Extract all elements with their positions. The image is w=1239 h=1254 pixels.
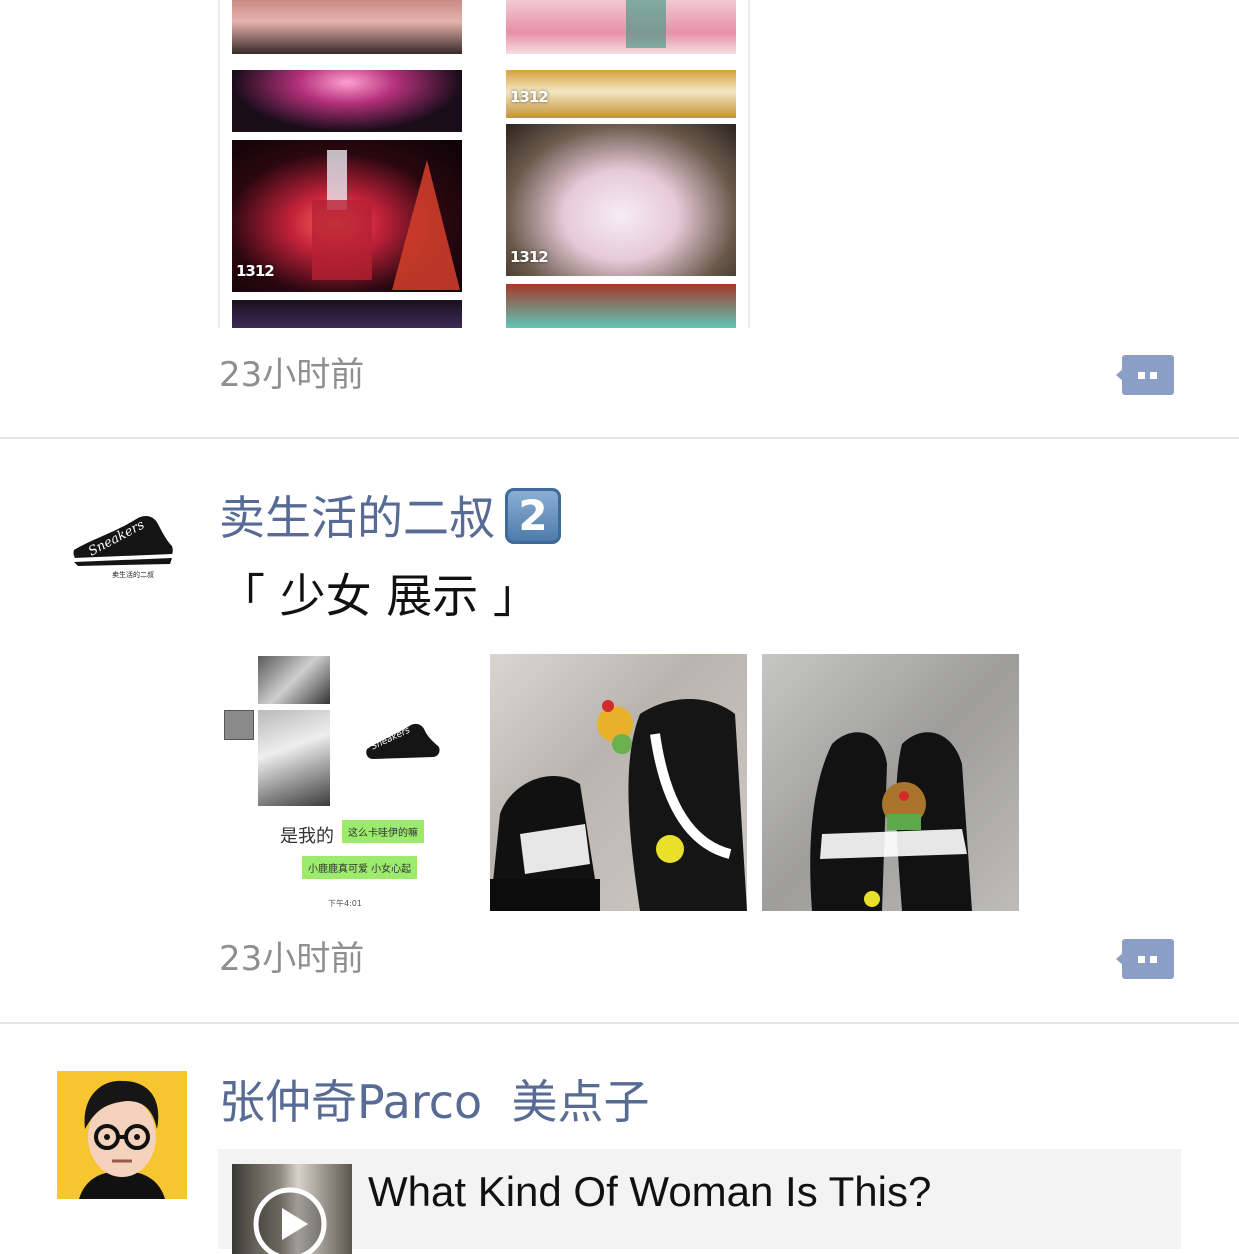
author-name-text[interactable]: 卖生活的二叔 bbox=[219, 491, 495, 545]
sneaker-logo-icon bbox=[73, 516, 173, 566]
post-photo[interactable] bbox=[490, 654, 747, 911]
post-photo[interactable] bbox=[762, 654, 1019, 911]
collage-tile bbox=[506, 284, 736, 328]
chat-bubble: 小鹿鹿真可爱 小女心起 bbox=[302, 856, 418, 879]
collage-tile bbox=[232, 0, 462, 54]
screenshot-handwriting: 是我的 bbox=[280, 826, 334, 847]
brand-label: 1312 bbox=[510, 248, 549, 266]
collage-tile bbox=[506, 0, 736, 54]
collage-tile bbox=[232, 70, 462, 132]
comment-dots-icon bbox=[1116, 355, 1174, 395]
post-content: 「 少女 展示 」 bbox=[219, 569, 539, 623]
author-name-suffix[interactable]: 美点子 bbox=[511, 1075, 649, 1129]
comment-button[interactable] bbox=[1116, 939, 1174, 979]
screenshot-time: 下午4:01 bbox=[328, 899, 362, 908]
avatar[interactable]: Sneakers 卖生活的二叔 bbox=[60, 488, 185, 613]
avatar[interactable] bbox=[57, 1071, 187, 1199]
collage-tile: 1312 bbox=[506, 124, 736, 276]
author-name[interactable]: 张仲奇Parco 美点子 bbox=[219, 1072, 649, 1132]
shared-link-title: What Kind Of Woman Is This? bbox=[368, 1168, 932, 1215]
post-timestamp: 23小时前 bbox=[219, 355, 365, 395]
chat-bubble: 这么卡哇伊的嘛 bbox=[342, 820, 424, 843]
collage-tile bbox=[232, 300, 462, 328]
avatar-caption: 卖生活的二叔 bbox=[112, 571, 154, 579]
count-badge: 2 bbox=[505, 488, 561, 544]
shared-image-collage[interactable]: 1312 1312 1312 bbox=[218, 0, 750, 328]
shared-link-thumbnail bbox=[232, 1164, 352, 1254]
collage-tile: 1312 bbox=[232, 140, 462, 292]
author-name[interactable]: 卖生活的二叔 2 bbox=[219, 488, 561, 548]
comment-dots-icon bbox=[1116, 939, 1174, 979]
post-divider bbox=[0, 437, 1239, 439]
comment-button[interactable] bbox=[1116, 355, 1174, 395]
sneakers-photo-image bbox=[490, 699, 747, 911]
author-name-text[interactable]: 张仲奇Parco bbox=[219, 1075, 482, 1129]
cartoon-face-avatar-image bbox=[79, 1080, 165, 1199]
post-timestamp: 23小时前 bbox=[219, 939, 365, 979]
sneakers-photo-image bbox=[810, 732, 972, 911]
collage-tile: 1312 bbox=[506, 70, 736, 118]
play-icon bbox=[253, 1187, 327, 1254]
brand-label: 1312 bbox=[510, 88, 549, 106]
brand-label: 1312 bbox=[236, 262, 275, 280]
post-photo[interactable]: Sneakers 是我的 这么卡哇伊的嘛 小鹿鹿真可爱 小女心起 下午4:01 bbox=[218, 654, 475, 911]
post-divider bbox=[0, 1022, 1239, 1024]
shared-link-card[interactable]: What Kind Of Woman Is This? bbox=[218, 1149, 1181, 1254]
